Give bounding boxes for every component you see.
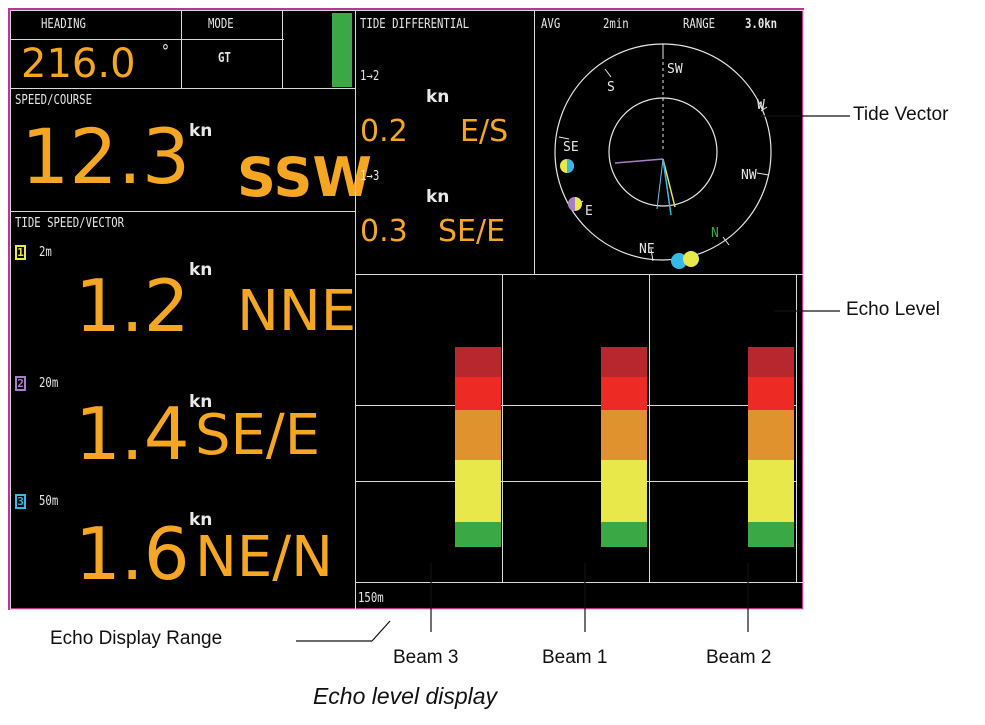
figure-caption: Echo level display xyxy=(312,683,498,709)
tick-se xyxy=(558,136,570,140)
layer-3-depth: 50m xyxy=(39,494,59,509)
echo-grid-v2 xyxy=(649,275,650,582)
echo-bar-beam-3 xyxy=(455,347,501,547)
diff-1-value: 0.2 xyxy=(360,114,408,149)
tide-speed-vector-panel: TIDE SPEED/VECTOR 1 2m kn 1.2 NNE 2 20m … xyxy=(10,211,356,610)
layer-3-badge: 3 xyxy=(15,494,26,509)
layer-1-depth: 2m xyxy=(39,245,52,260)
layer-1-badge: 1 xyxy=(15,245,26,260)
callout-beam-2: Beam 2 xyxy=(706,647,772,668)
echo-seg-5 xyxy=(455,522,501,547)
vector-diff xyxy=(656,158,664,210)
layer-1-value: 1.2 xyxy=(75,264,190,348)
echo-level-panel: 150m xyxy=(355,274,805,610)
diff-2-unit: kn xyxy=(426,187,450,207)
divider xyxy=(182,39,284,40)
layer-2-value: 1.4 xyxy=(75,392,190,476)
diff-2-direction: SE/E xyxy=(438,214,506,249)
tide-vector-panel: AVG 2min RANGE 3.0kn SW S W SE NW E NE N xyxy=(534,10,804,275)
echo-grid-v3 xyxy=(796,275,797,582)
mode-panel: MODE GT xyxy=(181,10,284,89)
echo-seg-5 xyxy=(748,522,794,547)
layer-2-badge: 2 xyxy=(15,376,26,391)
compass-w: W xyxy=(757,98,765,113)
layer-2-direction: SE/E xyxy=(195,403,321,468)
echo-seg-4 xyxy=(748,460,794,522)
compass-sw: SW xyxy=(667,62,683,77)
marker-ne-yellow xyxy=(683,251,699,267)
mode-label: MODE xyxy=(208,17,234,32)
layer-1-unit: kn xyxy=(189,260,213,280)
compass-e: E xyxy=(585,204,593,219)
callout-line-echo-range-diag xyxy=(371,620,391,642)
echo-seg-2 xyxy=(455,377,501,410)
tide-vector-compass: SW S W SE NW E NE N xyxy=(554,43,772,269)
callout-echo-level: Echo Level xyxy=(846,299,941,320)
diff-1-direction: E/S xyxy=(460,114,509,149)
echo-seg-2 xyxy=(748,377,794,410)
compass-n: N xyxy=(711,226,719,241)
echo-seg-2 xyxy=(601,377,647,410)
divider xyxy=(11,39,183,40)
callout-tide-vector: Tide Vector xyxy=(853,104,949,125)
tide-differential-panel: TIDE DIFFERENTIAL 1→2 kn 0.2 E/S 1→3 kn … xyxy=(355,10,535,275)
speed-value: 12.3 xyxy=(21,112,191,201)
diff-2-pair: 1→3 xyxy=(360,169,380,184)
layer-1-direction: NNE xyxy=(237,279,357,344)
echo-seg-1 xyxy=(455,347,501,377)
speed-unit: kn xyxy=(189,121,213,141)
degree-symbol: ° xyxy=(161,41,170,62)
heading-value: 216.0 xyxy=(21,41,136,87)
echo-range-label: 150m xyxy=(358,591,384,606)
echo-bar-beam-2 xyxy=(748,347,794,547)
tide-speed-vector-label: TIDE SPEED/VECTOR xyxy=(15,216,125,231)
tick-s xyxy=(604,68,612,78)
echo-seg-5 xyxy=(601,522,647,547)
layer-2-depth: 20m xyxy=(39,376,59,391)
echo-grid-h3 xyxy=(356,582,805,583)
callout-beam-3: Beam 3 xyxy=(393,647,459,668)
diff-1-unit: kn xyxy=(426,87,450,107)
diff-1-pair: 1→2 xyxy=(360,69,380,84)
echo-grid-v1 xyxy=(502,275,503,582)
instrument-screen: HEADING 216.0 ° MODE GT SPEED/COURSE 12.… xyxy=(8,8,805,610)
callout-echo-display-range: Echo Display Range xyxy=(50,628,223,649)
echo-seg-3 xyxy=(601,410,647,460)
echo-seg-4 xyxy=(455,460,501,522)
tide-differential-label: TIDE DIFFERENTIAL xyxy=(360,17,470,32)
compass-se: SE xyxy=(563,140,579,155)
heading-panel: HEADING 216.0 ° xyxy=(10,10,183,89)
echo-seg-3 xyxy=(455,410,501,460)
echo-seg-1 xyxy=(748,347,794,377)
course-direction: SSW xyxy=(237,146,372,209)
mode-value[interactable]: GT xyxy=(218,51,231,66)
tick-nw xyxy=(756,172,770,176)
echo-seg-4 xyxy=(601,460,647,522)
echo-grid-h2 xyxy=(356,481,796,482)
diff-2-value: 0.3 xyxy=(360,214,408,249)
speed-course-label: SPEED/COURSE xyxy=(15,93,93,108)
layer-3-direction: NE/N xyxy=(195,525,334,590)
compass-nw: NW xyxy=(741,168,757,183)
compass-ne: NE xyxy=(639,242,655,257)
echo-grid-h1 xyxy=(356,405,796,406)
echo-seg-1 xyxy=(601,347,647,377)
heading-label: HEADING xyxy=(41,17,86,32)
status-indicator xyxy=(332,13,352,87)
marker-e-right xyxy=(568,197,575,211)
layer-3-value: 1.6 xyxy=(75,512,190,596)
status-panel xyxy=(282,10,356,89)
echo-seg-3 xyxy=(748,410,794,460)
compass-s: S xyxy=(607,80,615,95)
callout-beam-1: Beam 1 xyxy=(542,647,608,668)
marker-se-right xyxy=(567,159,574,173)
echo-bar-beam-1 xyxy=(601,347,647,547)
speed-course-panel: SPEED/COURSE 12.3 kn SSW xyxy=(10,88,372,212)
vector-2 xyxy=(614,158,664,164)
